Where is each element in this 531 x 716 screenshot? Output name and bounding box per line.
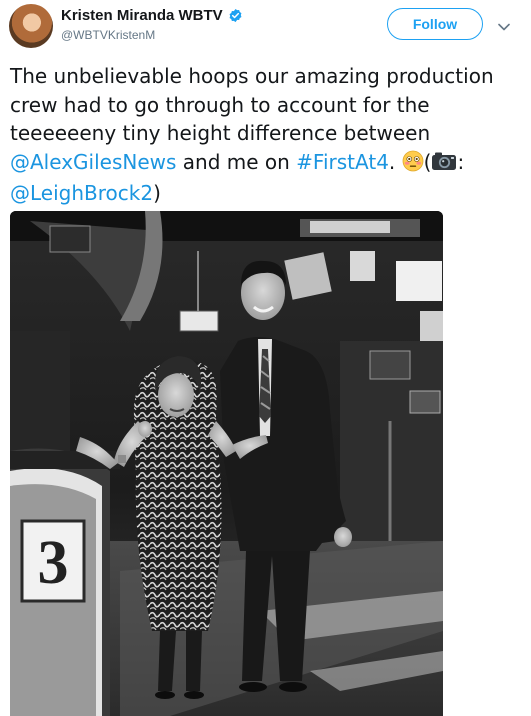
display-name[interactable]: Kristen Miranda WBTV bbox=[61, 7, 223, 24]
tweet-text: The unbelievable hoops our amazing produ… bbox=[10, 62, 520, 208]
avatar[interactable] bbox=[9, 4, 53, 48]
station-logo: 3 bbox=[38, 529, 69, 597]
news-studio-photo: 3 bbox=[10, 211, 443, 716]
tweet-text-part: and me on bbox=[176, 149, 297, 174]
chevron-down-icon[interactable] bbox=[497, 19, 511, 31]
camera-emoji-icon bbox=[431, 150, 457, 180]
tweet-photo[interactable]: 3 bbox=[10, 211, 443, 716]
follow-button[interactable]: Follow bbox=[387, 8, 483, 40]
verified-badge-icon bbox=[228, 8, 243, 23]
tweet-text-part: ) bbox=[153, 181, 161, 205]
tweet-text-part: : bbox=[457, 149, 465, 174]
tweet-text-part: . bbox=[388, 149, 402, 174]
name-row: Kristen Miranda WBTV bbox=[61, 7, 243, 24]
hashtag-link-firstat4[interactable]: #FirstAt4 bbox=[296, 150, 389, 174]
tweet-text-part: ( bbox=[423, 149, 432, 174]
mention-link-leighbrock2[interactable]: @LeighBrock2 bbox=[10, 181, 153, 205]
flushed-face-emoji-icon bbox=[402, 150, 424, 180]
mention-link-alexgilesnews[interactable]: @AlexGilesNews bbox=[10, 150, 176, 174]
tweet-text-part: The unbelievable hoops our amazing produ… bbox=[10, 64, 494, 145]
user-handle[interactable]: @WBTVKristenM bbox=[61, 28, 155, 42]
